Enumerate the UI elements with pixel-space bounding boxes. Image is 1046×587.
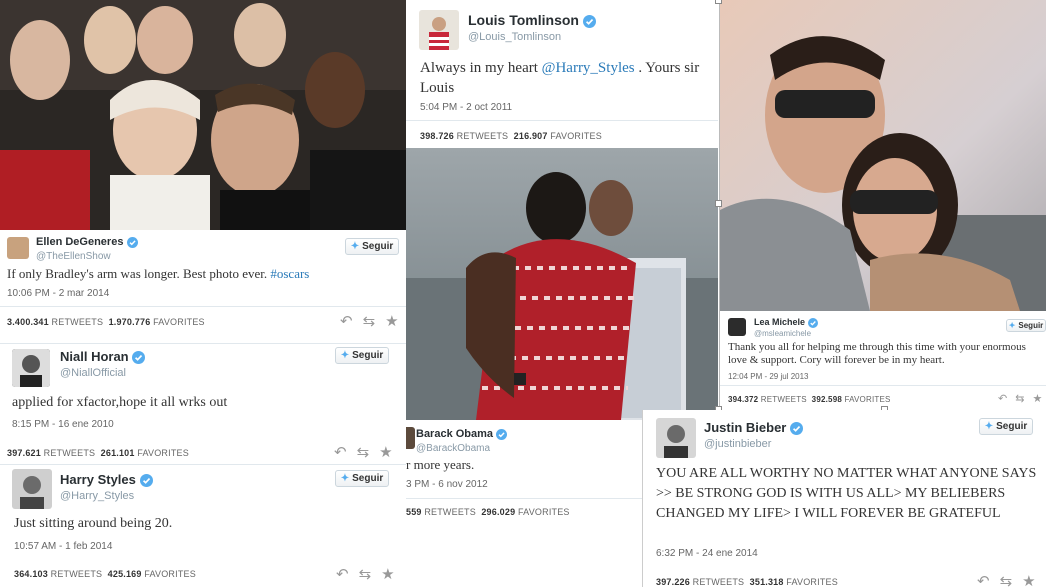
louis-timestamp[interactable]: 5:04 PM - 2 oct 2011 xyxy=(420,102,512,113)
verified-icon xyxy=(126,236,138,248)
verified-icon xyxy=(582,14,596,28)
harry-handle[interactable]: @Harry_Styles xyxy=(60,490,134,502)
niall-timestamp[interactable]: 8:15 PM - 16 ene 2010 xyxy=(12,419,114,430)
follow-button-lea[interactable]: ✦ Seguir xyxy=(1006,319,1046,332)
reply-icon[interactable]: ↶ xyxy=(334,443,347,461)
tweet-card-harry: Harry Styles @Harry_Styles ✦ Seguir Just… xyxy=(0,464,406,587)
follow-button-bieber[interactable]: ✦ Seguir xyxy=(979,418,1033,435)
favorite-icon[interactable]: ★ xyxy=(385,312,398,330)
divider xyxy=(720,385,1046,386)
retweet-icon[interactable]: ⇆ xyxy=(363,312,376,330)
niall-handle[interactable]: @NiallOfficial xyxy=(60,367,126,379)
divider xyxy=(406,120,718,121)
reply-icon[interactable]: ↶ xyxy=(336,565,349,583)
harry-tweet-text: Just sitting around being 20. xyxy=(14,516,173,531)
ellen-timestamp[interactable]: 10:06 PM - 2 mar 2014 xyxy=(7,288,109,299)
ellen-tweet-text: If only Bradley's arm was longer. Best p… xyxy=(7,266,310,281)
follow-button-ellen[interactable]: ✦ Seguir xyxy=(345,238,399,255)
tweet-card-ellen: Ellen DeGeneres @TheEllenShow ✦ Seguir I… xyxy=(0,0,406,343)
obama-stats: 559 RETWEETS 296.029 FAVORITES xyxy=(406,507,570,517)
ellen-stats: 3.400.341 RETWEETS 1.970.776 FAVORITES xyxy=(7,317,205,327)
verified-icon xyxy=(132,351,146,365)
divider xyxy=(0,306,406,307)
harry-name[interactable]: Harry Styles xyxy=(60,472,153,488)
four-more-years-photo[interactable] xyxy=(406,148,718,420)
hashtag-oscars[interactable]: #oscars xyxy=(270,266,309,281)
selection-handle[interactable] xyxy=(715,0,722,4)
follow-button-niall[interactable]: ✦ Seguir xyxy=(335,347,389,364)
favorite-icon[interactable]: ★ xyxy=(379,443,392,461)
louis-avatar[interactable] xyxy=(419,10,459,50)
reply-icon[interactable]: ↶ xyxy=(340,312,353,330)
verified-icon xyxy=(807,317,818,328)
niall-tweet-text: applied for xfactor,hope it all wrks out xyxy=(12,395,228,410)
bieber-actions: ↶ ⇆ ★ xyxy=(977,572,1036,587)
retweet-icon[interactable]: ⇆ xyxy=(1015,392,1024,405)
tweet-card-louis: Louis Tomlinson @Louis_Tomlinson Always … xyxy=(406,0,718,148)
retweet-icon[interactable]: ⇆ xyxy=(1000,572,1013,587)
twitter-bird-icon: ✦ xyxy=(340,350,350,361)
favorite-icon[interactable]: ★ xyxy=(1032,392,1042,405)
retweet-icon[interactable]: ⇆ xyxy=(359,565,372,583)
bieber-tweet-text: YOU ARE ALL WORTHY NO MATTER WHAT ANYONE… xyxy=(656,466,1037,521)
niall-actions: ↶ ⇆ ★ xyxy=(334,443,393,461)
verified-icon xyxy=(496,428,508,440)
ellen-actions: ↶ ⇆ ★ xyxy=(340,312,399,330)
obama-handle[interactable]: @BarackObama xyxy=(416,443,490,454)
twitter-bird-icon: ✦ xyxy=(984,421,994,432)
niall-stats: 397.621 RETWEETS 261.101 FAVORITES xyxy=(7,448,189,458)
lea-avatar[interactable] xyxy=(728,318,746,336)
niall-avatar[interactable] xyxy=(12,349,50,387)
verified-icon xyxy=(789,422,803,436)
obama-tweet-text: r more years. xyxy=(406,457,475,472)
oscars-selfie-photo[interactable] xyxy=(0,0,406,230)
louis-handle[interactable]: @Louis_Tomlinson xyxy=(468,31,561,43)
bieber-timestamp[interactable]: 6:32 PM - 24 ene 2014 xyxy=(656,548,758,559)
follow-button-harry[interactable]: ✦ Seguir xyxy=(335,470,389,487)
louis-tweet-text: Always in my heart @Harry_Styles . Yours… xyxy=(420,60,700,96)
retweet-icon[interactable]: ⇆ xyxy=(357,443,370,461)
divider xyxy=(0,464,406,465)
reply-icon[interactable]: ↶ xyxy=(998,392,1007,405)
harry-timestamp[interactable]: 10:57 AM - 1 feb 2014 xyxy=(14,541,112,552)
obama-name[interactable]: Barack Obama xyxy=(416,428,508,440)
lea-cory-photo[interactable] xyxy=(720,0,1046,311)
lea-stats: 394.372 RETWEETS 392.598 FAVORITES xyxy=(728,395,891,404)
lea-timestamp[interactable]: 12:04 PM - 29 jul 2013 xyxy=(728,372,809,381)
twitter-bird-icon: ✦ xyxy=(350,241,360,252)
lea-handle[interactable]: @msleamichele xyxy=(754,329,811,338)
verified-icon xyxy=(139,474,153,488)
niall-name[interactable]: Niall Horan xyxy=(60,349,146,365)
ellen-avatar[interactable] xyxy=(7,237,29,259)
obama-avatar[interactable] xyxy=(406,427,415,449)
ellen-name[interactable]: Ellen DeGeneres xyxy=(36,236,138,248)
mention-harry-styles[interactable]: @Harry_Styles xyxy=(542,60,635,76)
ellen-handle[interactable]: @TheEllenShow xyxy=(36,251,111,262)
lea-tweet-text: Thank you all for helping me through thi… xyxy=(728,341,1026,366)
twitter-bird-icon: ✦ xyxy=(340,473,350,484)
reply-icon[interactable]: ↶ xyxy=(977,572,990,587)
bieber-stats: 397.226 RETWEETS 351.318 FAVORITES xyxy=(656,577,838,587)
favorite-icon[interactable]: ★ xyxy=(381,565,394,583)
louis-name[interactable]: Louis Tomlinson xyxy=(468,12,596,28)
louis-stats: 398.726 RETWEETS 216.907 FAVORITES xyxy=(420,131,602,141)
selection-handle[interactable] xyxy=(715,200,722,207)
divider xyxy=(0,343,406,344)
favorite-icon[interactable]: ★ xyxy=(1022,572,1035,587)
lea-actions: ↶ ⇆ ★ xyxy=(998,392,1042,405)
tweet-card-niall: Niall Horan @NiallOfficial ✦ Seguir appl… xyxy=(0,343,406,464)
bieber-handle[interactable]: @justinbieber xyxy=(704,438,771,450)
twitter-bird-icon: ✦ xyxy=(1008,321,1016,330)
obama-timestamp[interactable]: 3 PM - 6 nov 2012 xyxy=(406,479,488,490)
bieber-name[interactable]: Justin Bieber xyxy=(704,420,803,436)
harry-stats: 364.103 RETWEETS 425.169 FAVORITES xyxy=(14,569,196,579)
harry-avatar[interactable] xyxy=(12,469,52,509)
bieber-avatar[interactable] xyxy=(656,418,696,458)
harry-actions: ↶ ⇆ ★ xyxy=(336,565,395,583)
lea-name[interactable]: Lea Michele xyxy=(754,317,818,328)
tweet-card-lea: Lea Michele @msleamichele ✦ Seguir Thank… xyxy=(719,0,1046,410)
tweet-card-bieber: Justin Bieber @justinbieber ✦ Seguir YOU… xyxy=(642,410,1046,587)
